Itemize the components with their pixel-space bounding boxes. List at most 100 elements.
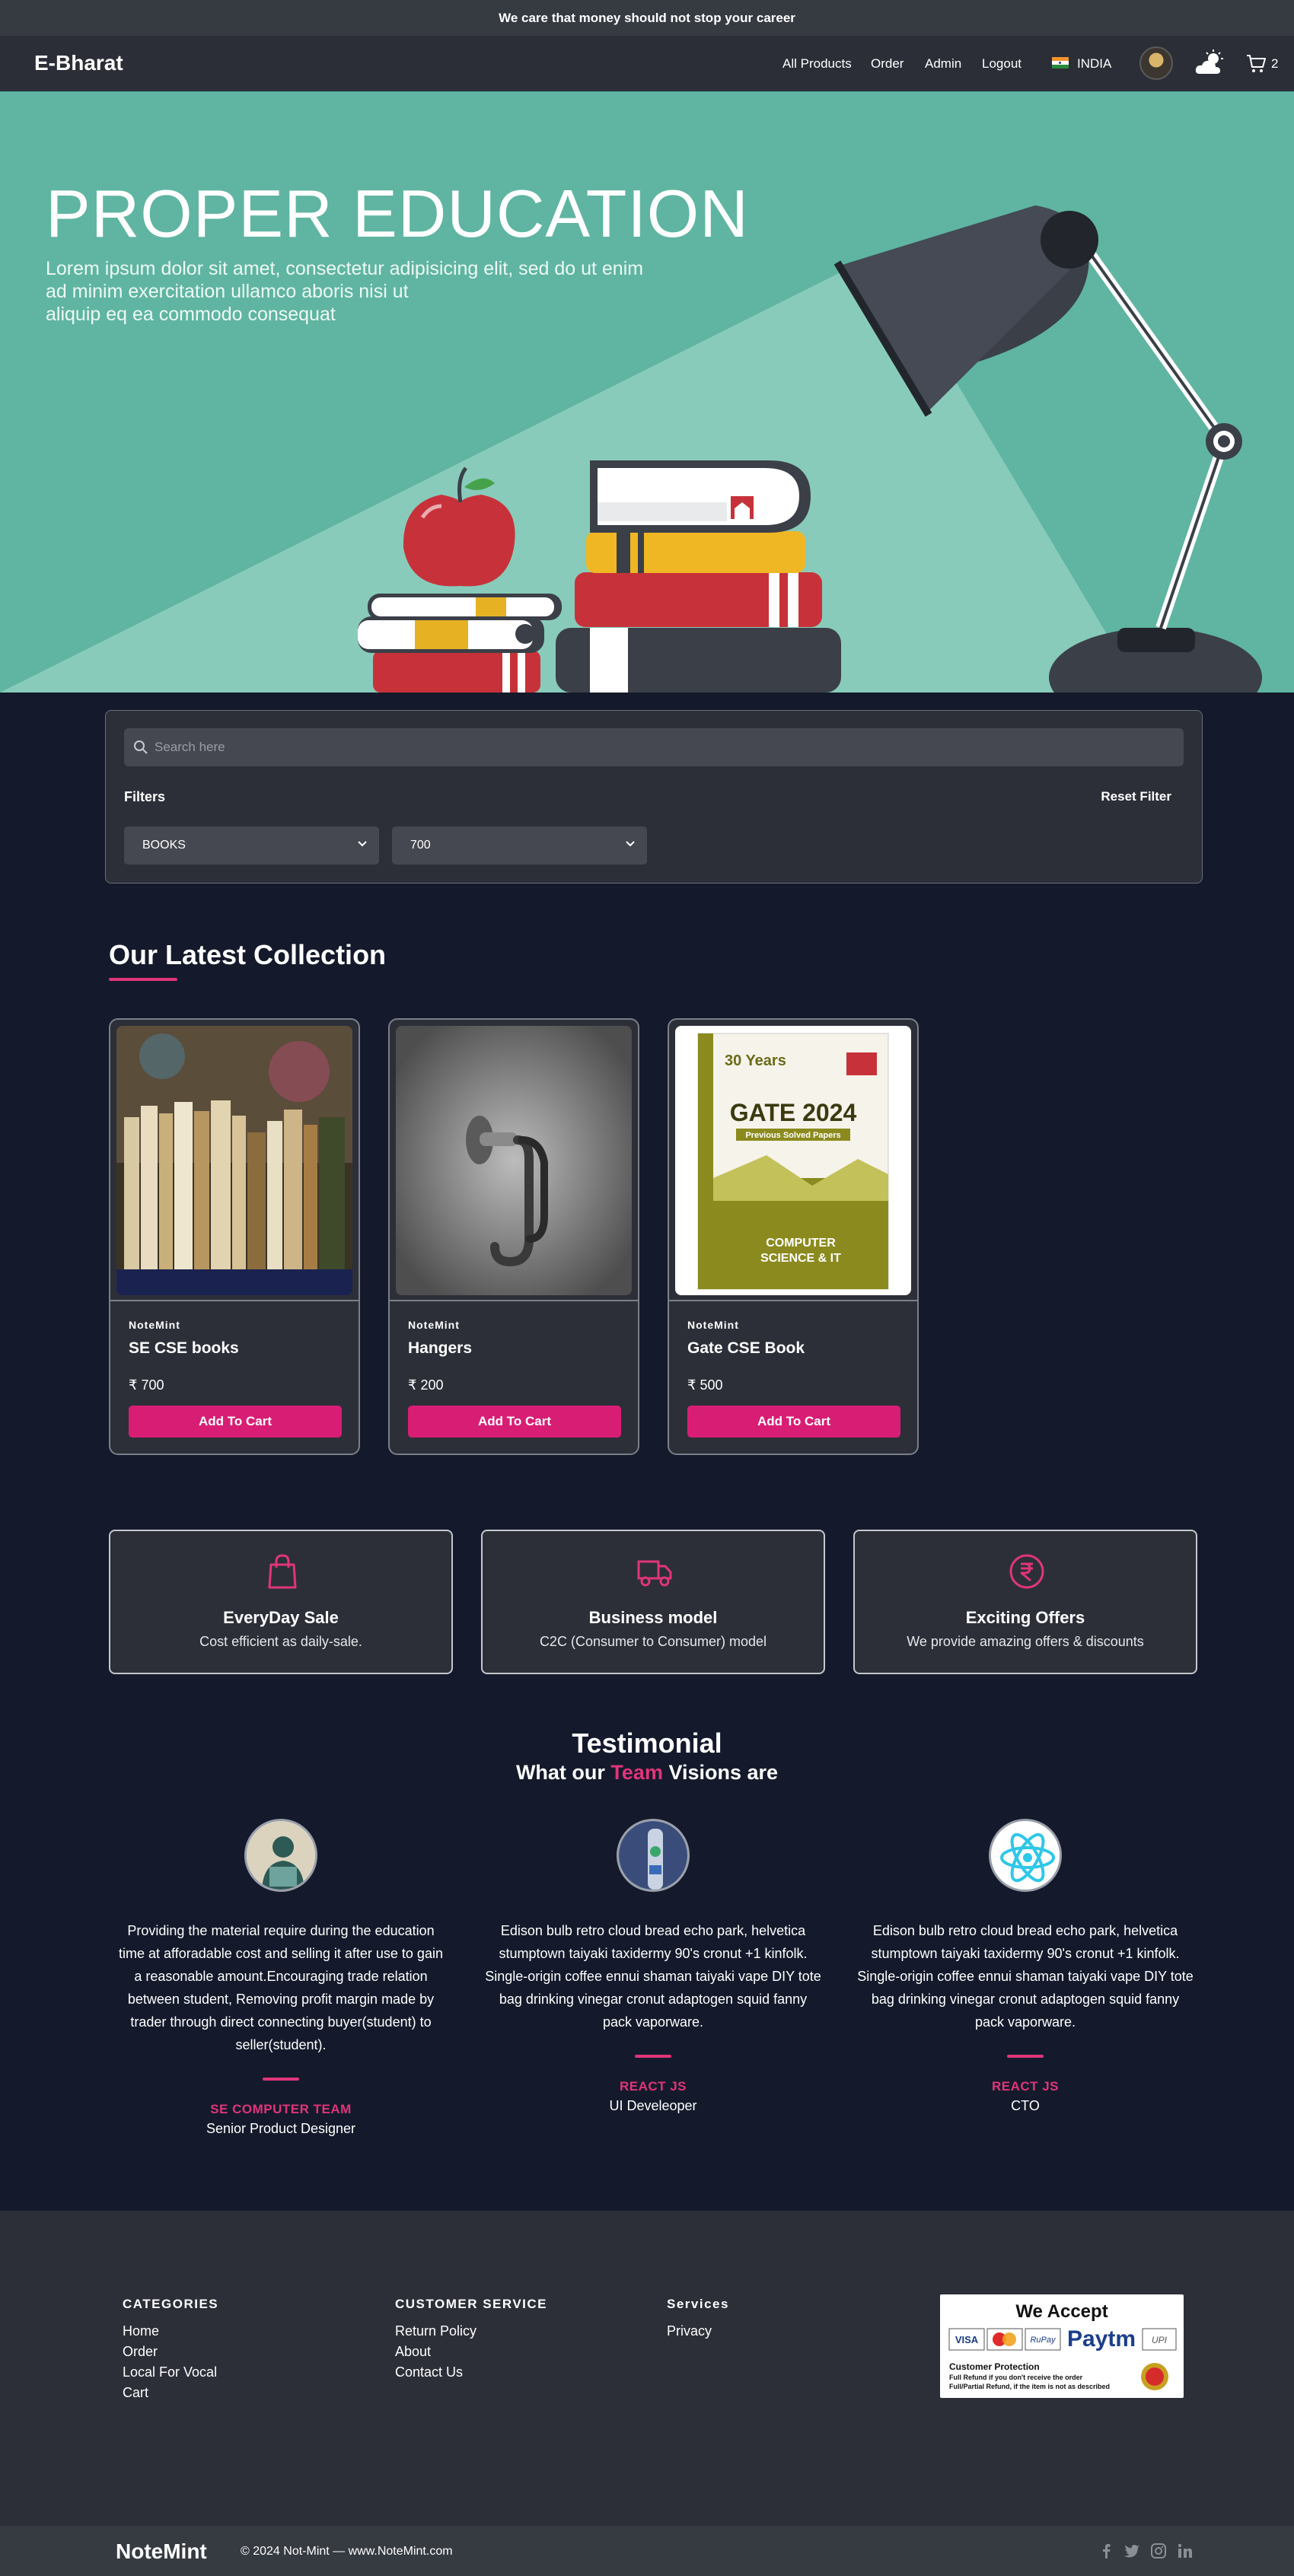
price-select-value: 700 xyxy=(410,839,431,852)
search-bar[interactable] xyxy=(124,728,1184,766)
feature-desc: Cost efficient as daily-sale. xyxy=(199,1634,362,1649)
rupee-icon xyxy=(1009,1554,1044,1589)
title-underline xyxy=(109,978,177,981)
product-card[interactable]: NoteMint Hangers ₹ 200 Add To Cart xyxy=(388,1018,639,1455)
testimonial-role: Senior Product Designer xyxy=(206,2121,356,2136)
testimonial-divider xyxy=(1007,2055,1044,2058)
product-brand: NoteMint xyxy=(687,1319,739,1331)
weather-icon[interactable] xyxy=(1195,49,1225,77)
nav-all-products[interactable]: All Products xyxy=(782,56,852,72)
brand-logo[interactable]: E-Bharat xyxy=(34,51,123,75)
footer-link-home[interactable]: Home xyxy=(123,2323,159,2339)
footer-categories-title: CATEGORIES xyxy=(123,2297,219,2311)
search-icon xyxy=(134,740,148,754)
footer-link-cart[interactable]: Cart xyxy=(123,2385,148,2401)
india-flag-icon xyxy=(1052,57,1069,68)
navbar: E-Bharat All Products Order Admin Logout… xyxy=(0,36,1294,91)
we-accept-title: We Accept xyxy=(1015,2301,1108,2322)
rupay-logo: RuPay xyxy=(1030,2336,1057,2345)
feature-card: Exciting Offers We provide amazing offer… xyxy=(853,1530,1197,1674)
instagram-icon[interactable] xyxy=(1150,2543,1167,2559)
hero-banner: PROPER EDUCATION Lorem ipsum dolor sit a… xyxy=(0,91,1294,693)
testimonial-line: seller(student). xyxy=(235,2037,327,2052)
category-select[interactable]: BOOKS xyxy=(124,826,379,865)
footer-link-privacy[interactable]: Privacy xyxy=(667,2323,712,2339)
footer-brand[interactable]: NoteMint xyxy=(116,2539,207,2564)
user-avatar[interactable] xyxy=(1139,46,1173,80)
product-price: ₹ 500 xyxy=(687,1377,723,1393)
product-name[interactable]: Hangers xyxy=(408,1339,472,1358)
testimonial-divider xyxy=(263,2078,299,2081)
hero-subtitle-line: aliquip eq ea commodo consequat xyxy=(46,304,336,325)
price-select[interactable]: 700 xyxy=(392,826,647,865)
feature-card: EveryDay Sale Cost efficient as daily-sa… xyxy=(109,1530,453,1674)
product-price: ₹ 700 xyxy=(129,1377,164,1393)
footer-link-about[interactable]: About xyxy=(395,2344,431,2360)
collection-title: Our Latest Collection xyxy=(109,939,387,970)
add-to-cart-button[interactable]: Add To Cart xyxy=(687,1406,900,1438)
protection-title: Customer Protection xyxy=(949,2361,1040,2372)
country-label[interactable]: INDIA xyxy=(1077,56,1111,72)
footer-link-contact-us[interactable]: Contact Us xyxy=(395,2364,463,2380)
testimonial-line: Providing the material require during th… xyxy=(127,1923,435,1938)
testimonial-text: Edison bulb retro cloud bread echo park,… xyxy=(853,1919,1197,2033)
testimonial-line: time at afforadable cost and selling it … xyxy=(119,1946,443,1961)
testimonial-title: Testimonial xyxy=(572,1727,722,1759)
protection-line: Full/Partial Refund, if the item is not … xyxy=(949,2383,1110,2390)
cart-count[interactable]: 2 xyxy=(1271,56,1278,72)
testimonial-avatar xyxy=(617,1819,690,1892)
add-to-cart-button[interactable]: Add To Cart xyxy=(408,1406,621,1438)
feature-card: Business model C2C (Consumer to Consumer… xyxy=(481,1530,825,1674)
product-name[interactable]: Gate CSE Book xyxy=(687,1339,805,1358)
gate-cover-title: GATE 2024 xyxy=(730,1099,857,1126)
protection-line: Full Refund if you don't receive the ord… xyxy=(949,2374,1083,2381)
product-image[interactable]: 30 Years GATE 2024 Previous Solved Paper… xyxy=(675,1026,911,1295)
product-image[interactable] xyxy=(116,1026,352,1295)
add-to-cart-button[interactable]: Add To Cart xyxy=(129,1406,342,1438)
nav-logout[interactable]: Logout xyxy=(982,56,1021,72)
announcement-bar: We care that money should not stop your … xyxy=(0,0,1294,36)
search-input[interactable] xyxy=(155,728,1174,766)
card-divider xyxy=(669,1300,917,1301)
testimonial-line: Single-origin coffee ennui shaman taiyak… xyxy=(485,1969,821,1984)
feature-title: EveryDay Sale xyxy=(223,1608,339,1627)
nav-order[interactable]: Order xyxy=(871,56,904,72)
testimonial-line: Edison bulb retro cloud bread echo park,… xyxy=(500,1923,806,1938)
nav-admin[interactable]: Admin xyxy=(925,56,961,72)
testimonial-role: CTO xyxy=(1011,2098,1040,2113)
footer-link-return-policy[interactable]: Return Policy xyxy=(395,2323,476,2339)
chevron-down-icon xyxy=(626,841,635,847)
testimonial-line: a reasonable amount.Encouraging trade re… xyxy=(134,1969,428,1984)
filter-panel: Filters Reset Filter BOOKS 700 xyxy=(105,710,1203,884)
hero-subtitle-line: ad minim exercitation ullamco aboris nis… xyxy=(46,281,409,302)
footer-link-order[interactable]: Order xyxy=(123,2344,158,2360)
product-name[interactable]: SE CSE books xyxy=(129,1339,239,1358)
visa-logo: VISA xyxy=(955,2334,979,2345)
gate-cover-band: Previous Solved Papers xyxy=(745,1131,840,1140)
testimonial-line: bag drinking vinegar cronut adaptogen sq… xyxy=(499,1992,808,2007)
linkedin-icon[interactable] xyxy=(1177,2543,1194,2559)
product-card[interactable]: NoteMint SE CSE books ₹ 700 Add To Cart xyxy=(109,1018,360,1455)
gate-cover-bottom: COMPUTER xyxy=(766,1237,836,1250)
truck-icon xyxy=(637,1560,672,1587)
testimonial-text: Providing the material require during th… xyxy=(109,1919,453,2056)
product-card[interactable]: 30 Years GATE 2024 Previous Solved Paper… xyxy=(668,1018,919,1455)
reset-filter-button[interactable]: Reset Filter xyxy=(1101,789,1171,804)
hero-subtitle-line: Lorem ipsum dolor sit amet, consectetur … xyxy=(46,258,644,279)
testimonial-line: Single-origin coffee ennui shaman taiyak… xyxy=(857,1969,1194,1984)
testimonial-line: stumptown taiyaki taxidermy 90's cronut … xyxy=(499,1946,808,1961)
footer-link-local-for-vocal[interactable]: Local For Vocal xyxy=(123,2364,217,2380)
gate-cover-bottom: SCIENCE & IT xyxy=(760,1252,841,1265)
announcement-text: We care that money should not stop your … xyxy=(499,10,795,25)
category-select-value: BOOKS xyxy=(142,839,186,852)
cart-icon[interactable] xyxy=(1245,53,1267,74)
subtitle-pre: What our xyxy=(515,1761,611,1784)
gate-cover-years: 30 Years xyxy=(725,1052,786,1069)
testimonial-line: pack vaporware. xyxy=(602,2014,704,2030)
subtitle-accent: Team xyxy=(610,1761,663,1784)
facebook-icon[interactable] xyxy=(1098,2543,1114,2559)
feature-desc: We provide amazing offers & discounts xyxy=(907,1634,1144,1649)
testimonial-avatar xyxy=(244,1819,317,1892)
product-image[interactable] xyxy=(396,1026,632,1295)
twitter-icon[interactable] xyxy=(1123,2543,1140,2559)
